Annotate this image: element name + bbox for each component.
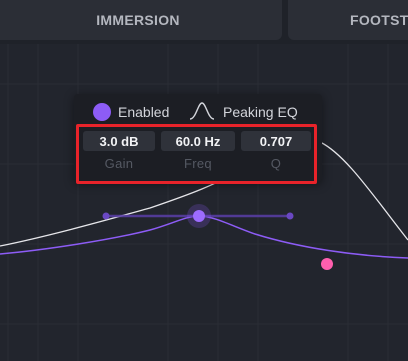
q-label: Q <box>270 156 282 171</box>
secondary-band-handle <box>321 258 333 270</box>
filter-type-label[interactable]: Peaking EQ <box>223 104 298 120</box>
eq-graph[interactable] <box>0 44 408 361</box>
peaking-eq-icon[interactable] <box>188 99 216 123</box>
q-field[interactable]: 0.707 <box>241 131 311 151</box>
enabled-toggle[interactable] <box>93 103 111 121</box>
gain-label: Gain <box>104 156 134 171</box>
band-popup: Enabled Peaking EQ 3.0 dB 60.0 Hz 0.707 … <box>74 94 322 182</box>
band-handle <box>193 210 205 222</box>
tab-bar: IMMERSION FOOTST <box>0 0 408 44</box>
q-left-handle <box>102 212 110 220</box>
tab-immersion[interactable]: IMMERSION <box>0 0 282 40</box>
freq-field[interactable]: 60.0 Hz <box>161 131 235 151</box>
enabled-label: Enabled <box>118 104 170 120</box>
freq-label: Freq <box>184 156 212 171</box>
tab-footsteps[interactable]: FOOTST <box>288 0 408 40</box>
q-right-handle <box>286 212 294 220</box>
gain-field[interactable]: 3.0 dB <box>83 131 155 151</box>
eq-graph-canvas <box>0 44 408 361</box>
